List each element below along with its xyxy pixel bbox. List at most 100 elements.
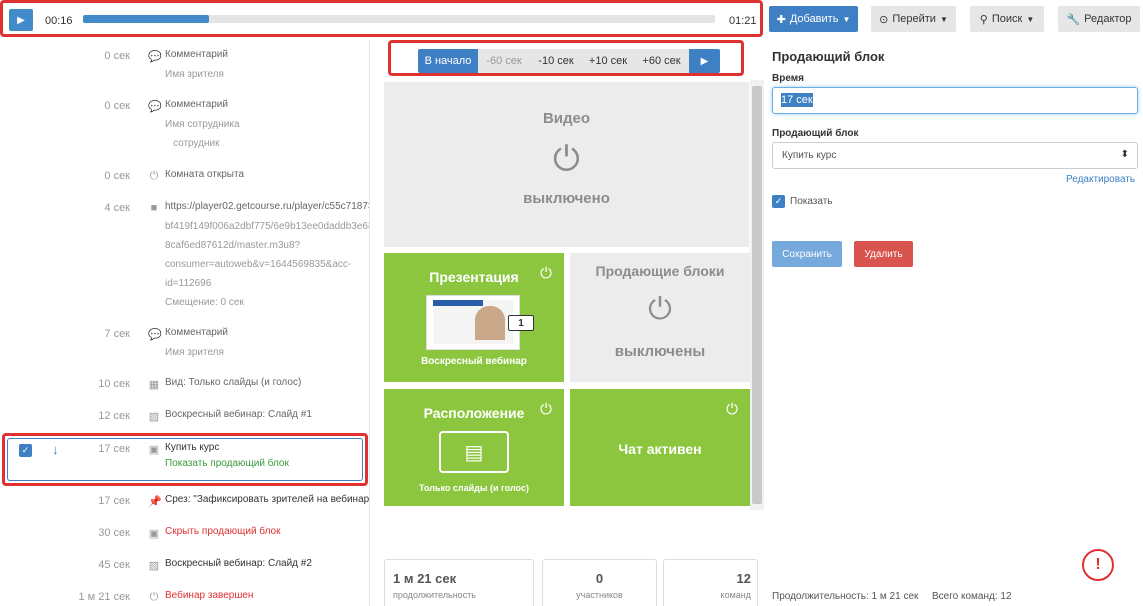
time-value: 17 сек: [781, 93, 813, 107]
power-icon: ⏻: [553, 140, 580, 178]
layout-card[interactable]: Расположение ⏻ ▤ Только слайды (и голос): [384, 389, 564, 506]
stat-value: 0: [595, 571, 604, 586]
editor-button[interactable]: 🔧 Редактор: [1058, 6, 1140, 32]
editor-button-label: Редактор: [1084, 13, 1132, 25]
event-time: 10 сек: [98, 378, 130, 390]
seek-plus-10-button[interactable]: +10 сек: [582, 49, 634, 73]
event-time: 0 сек: [104, 100, 130, 112]
presentation-name: Воскресный вебинар: [421, 356, 527, 367]
search-icon: ⚲: [979, 13, 988, 26]
clock-icon: ⊙: [879, 13, 889, 26]
event-time: 1 м 21 сек: [78, 591, 130, 603]
event-time: 17 сек: [98, 443, 130, 455]
search-button-label: Поиск: [991, 13, 1023, 25]
delete-button[interactable]: Удалить: [854, 241, 913, 267]
image-icon: ▨: [148, 560, 160, 572]
seek-minus-60-button[interactable]: -60 сек: [478, 49, 530, 73]
stat-value: 12: [736, 571, 751, 586]
time-label: Время: [772, 73, 804, 84]
play-button[interactable]: ▶: [9, 9, 33, 31]
goto-button[interactable]: ⊙ Перейти ▼: [871, 6, 956, 32]
layout-name: Только слайды (и голос): [419, 483, 529, 493]
scrollbar-thumb[interactable]: [752, 86, 762, 504]
presentation-board-icon: ▤: [439, 431, 509, 473]
alert-icon[interactable]: !: [1082, 549, 1114, 581]
event-label: Комментарий: [165, 49, 228, 60]
chat-card[interactable]: ⏻ Чат активен: [570, 389, 750, 506]
edit-link[interactable]: Редактировать: [1066, 174, 1135, 185]
comment-icon: 💬: [148, 329, 162, 341]
stat-value: 1 м 21 сек: [393, 571, 457, 586]
event-detail: id=112696: [165, 278, 212, 289]
plus-icon: ✚: [776, 13, 786, 26]
power-icon[interactable]: ⏻: [540, 265, 552, 282]
show-checkbox[interactable]: ✓: [772, 195, 785, 208]
presentation-title: Презентация: [429, 269, 519, 285]
event-time: 0 сек: [104, 50, 130, 62]
sales-blocks-card[interactable]: Продающие блоки ⏻ выключены: [570, 253, 750, 382]
chat-title: Чат активен: [618, 441, 702, 457]
goto-button-label: Перейти: [892, 13, 936, 25]
video-title: Видео: [542, 110, 591, 127]
caret-down-icon: ▼: [842, 14, 851, 24]
event-detail: Смещение: 0 сек: [165, 297, 244, 308]
event-detail: Показать продающий блок: [165, 458, 289, 469]
event-time: 45 сек: [98, 559, 130, 571]
comment-icon: 💬: [148, 51, 162, 63]
play-icon[interactable]: ▶: [689, 49, 720, 73]
seek-plus-60-button[interactable]: +60 сек: [634, 49, 689, 73]
event-label: Комментарий: [165, 327, 228, 338]
event-label: Скрыть продающий блок: [165, 526, 281, 537]
event-label: Комментарий: [165, 99, 228, 110]
layout-title: Расположение: [423, 405, 525, 421]
event-detail: Имя зрителя: [165, 347, 224, 358]
event-checkbox[interactable]: ✓: [19, 444, 32, 457]
event-label: Вебинар завершен: [165, 590, 254, 601]
duration-text: Продолжительность: 1 м 21 сек: [772, 591, 919, 602]
sales-block-label: Продающий блок: [772, 128, 859, 139]
search-button[interactable]: ⚲ Поиск ▼: [970, 6, 1044, 32]
arrow-down-icon[interactable]: ↓: [52, 442, 59, 457]
caret-down-icon: ▼: [1026, 14, 1035, 24]
seek-controls: В начало -60 сек -10 сек +10 сек +60 сек…: [388, 40, 744, 76]
event-detail: 8caf6ed87612d/master.m3u8?: [165, 240, 301, 251]
stat-key: участников: [576, 590, 623, 600]
sales-block-select[interactable]: Купить курс ⬍: [772, 142, 1138, 169]
select-arrows-icon: ⬍: [1120, 149, 1129, 160]
grid-icon: ▦: [148, 379, 160, 391]
event-label: Воскресный вебинар: Слайд #1: [165, 409, 312, 420]
add-button[interactable]: ✚ Добавить ▼: [769, 6, 858, 32]
power-icon: ⏻: [149, 170, 159, 182]
save-button[interactable]: Сохранить: [772, 241, 842, 267]
event-detail: Имя сотрудника: [165, 119, 240, 130]
event-time: 7 сек: [104, 328, 130, 340]
slide-thumbnail: [426, 295, 520, 350]
sales-blocks-state: выключены: [614, 343, 706, 360]
stat-commands: 12 команд: [663, 559, 758, 606]
event-detail: consumer=autoweb&v=1644569835&acc-: [165, 259, 352, 270]
stat-key: продолжительность: [393, 590, 476, 600]
progress-track[interactable]: [83, 15, 715, 23]
presentation-card[interactable]: Презентация ⏻ 1 Воскресный вебинар: [384, 253, 564, 382]
event-time: 4 сек: [104, 202, 130, 214]
player-bar: ▶ 00:16 01:21: [0, 0, 763, 37]
video-card[interactable]: Видео ⏻ выключено: [384, 82, 749, 247]
total-time: 01:21: [729, 15, 757, 27]
event-label: Комната открыта: [165, 169, 245, 180]
event-detail: сотрудник: [173, 138, 220, 149]
power-icon[interactable]: ⏻: [540, 401, 552, 418]
seek-start-button[interactable]: В начало: [418, 49, 478, 73]
event-detail: Имя зрителя: [165, 69, 224, 80]
current-time: 00:16: [45, 15, 73, 27]
sales-block-value: Купить курс: [782, 150, 837, 161]
money-icon: ▣: [148, 444, 160, 456]
progress-fill: [83, 15, 210, 23]
time-input[interactable]: 17 сек: [772, 87, 1138, 114]
seek-minus-10-button[interactable]: -10 сек: [530, 49, 582, 73]
power-icon[interactable]: ⏻: [726, 401, 738, 418]
sales-blocks-title: Продающие блоки: [595, 263, 725, 279]
commands-text: Всего команд: 12: [932, 591, 1012, 602]
video-camera-icon: ■: [150, 202, 158, 214]
event-time: 17 сек: [98, 495, 130, 507]
event-time: 12 сек: [98, 410, 130, 422]
